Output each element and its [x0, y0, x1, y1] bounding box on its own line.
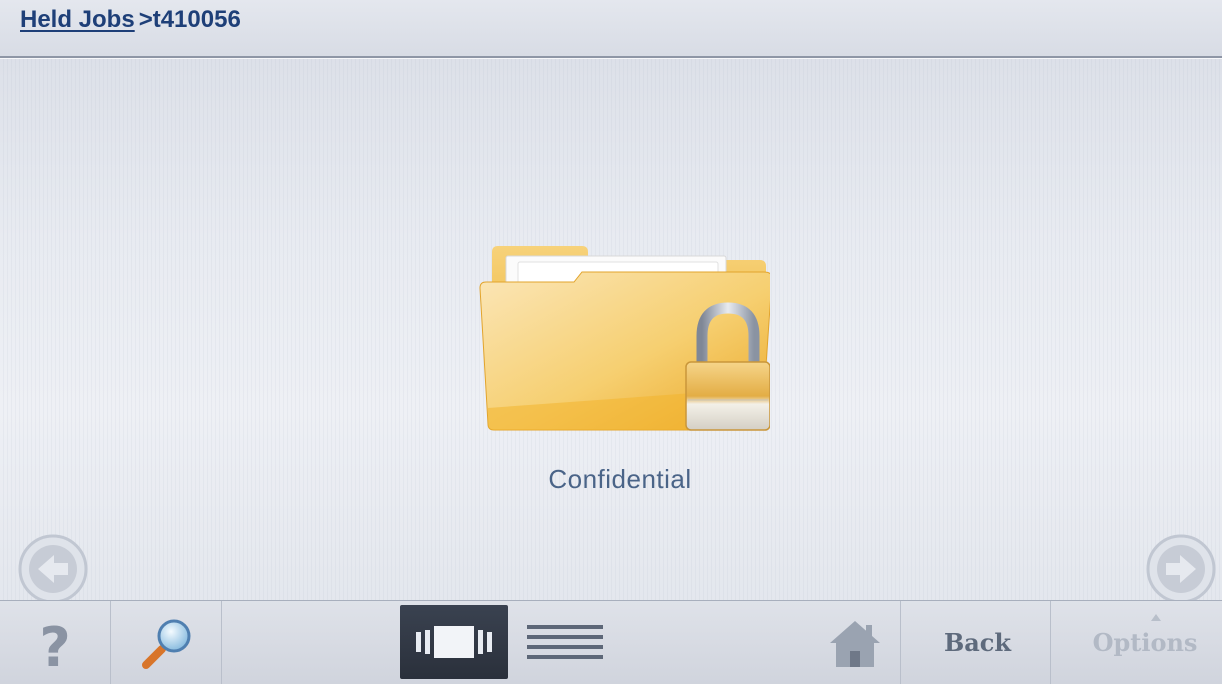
list-view-icon: [527, 624, 603, 659]
home-icon: [830, 620, 880, 667]
back-label: Back: [943, 628, 1012, 657]
arrow-right-icon: [1146, 534, 1216, 604]
help-icon: ?: [39, 616, 71, 679]
breadcrumb-held-jobs-link[interactable]: Held Jobs: [20, 6, 135, 33]
arrow-left-icon: [18, 534, 88, 604]
icon-view-button[interactable]: [400, 605, 508, 679]
help-button[interactable]: ?: [0, 601, 111, 684]
breadcrumb: Held Jobs >t410056: [20, 6, 241, 34]
footer-toolbar: ? Back Options: [0, 600, 1222, 684]
icon-view-icon: [416, 626, 492, 658]
main-content: Confidential: [0, 58, 1222, 604]
header-bar: Held Jobs >t410056: [0, 0, 1222, 58]
options-caret-icon: [1150, 614, 1161, 621]
search-button[interactable]: [111, 601, 222, 684]
previous-arrow-button[interactable]: [16, 532, 90, 606]
options-button[interactable]: Options: [1080, 601, 1210, 684]
magnifier-icon: [142, 619, 191, 669]
home-button[interactable]: [810, 601, 901, 684]
options-label: Options: [1092, 614, 1198, 657]
list-view-button[interactable]: [512, 601, 618, 684]
job-label: Confidential: [548, 464, 692, 494]
confidential-job-tile[interactable]: Confidential: [460, 238, 780, 498]
next-arrow-button[interactable]: [1144, 532, 1218, 606]
breadcrumb-current-job: >t410056: [138, 6, 241, 33]
back-button[interactable]: Back: [905, 601, 1051, 684]
options-text: Options: [1092, 628, 1198, 657]
locked-folder-icon: [479, 246, 770, 431]
